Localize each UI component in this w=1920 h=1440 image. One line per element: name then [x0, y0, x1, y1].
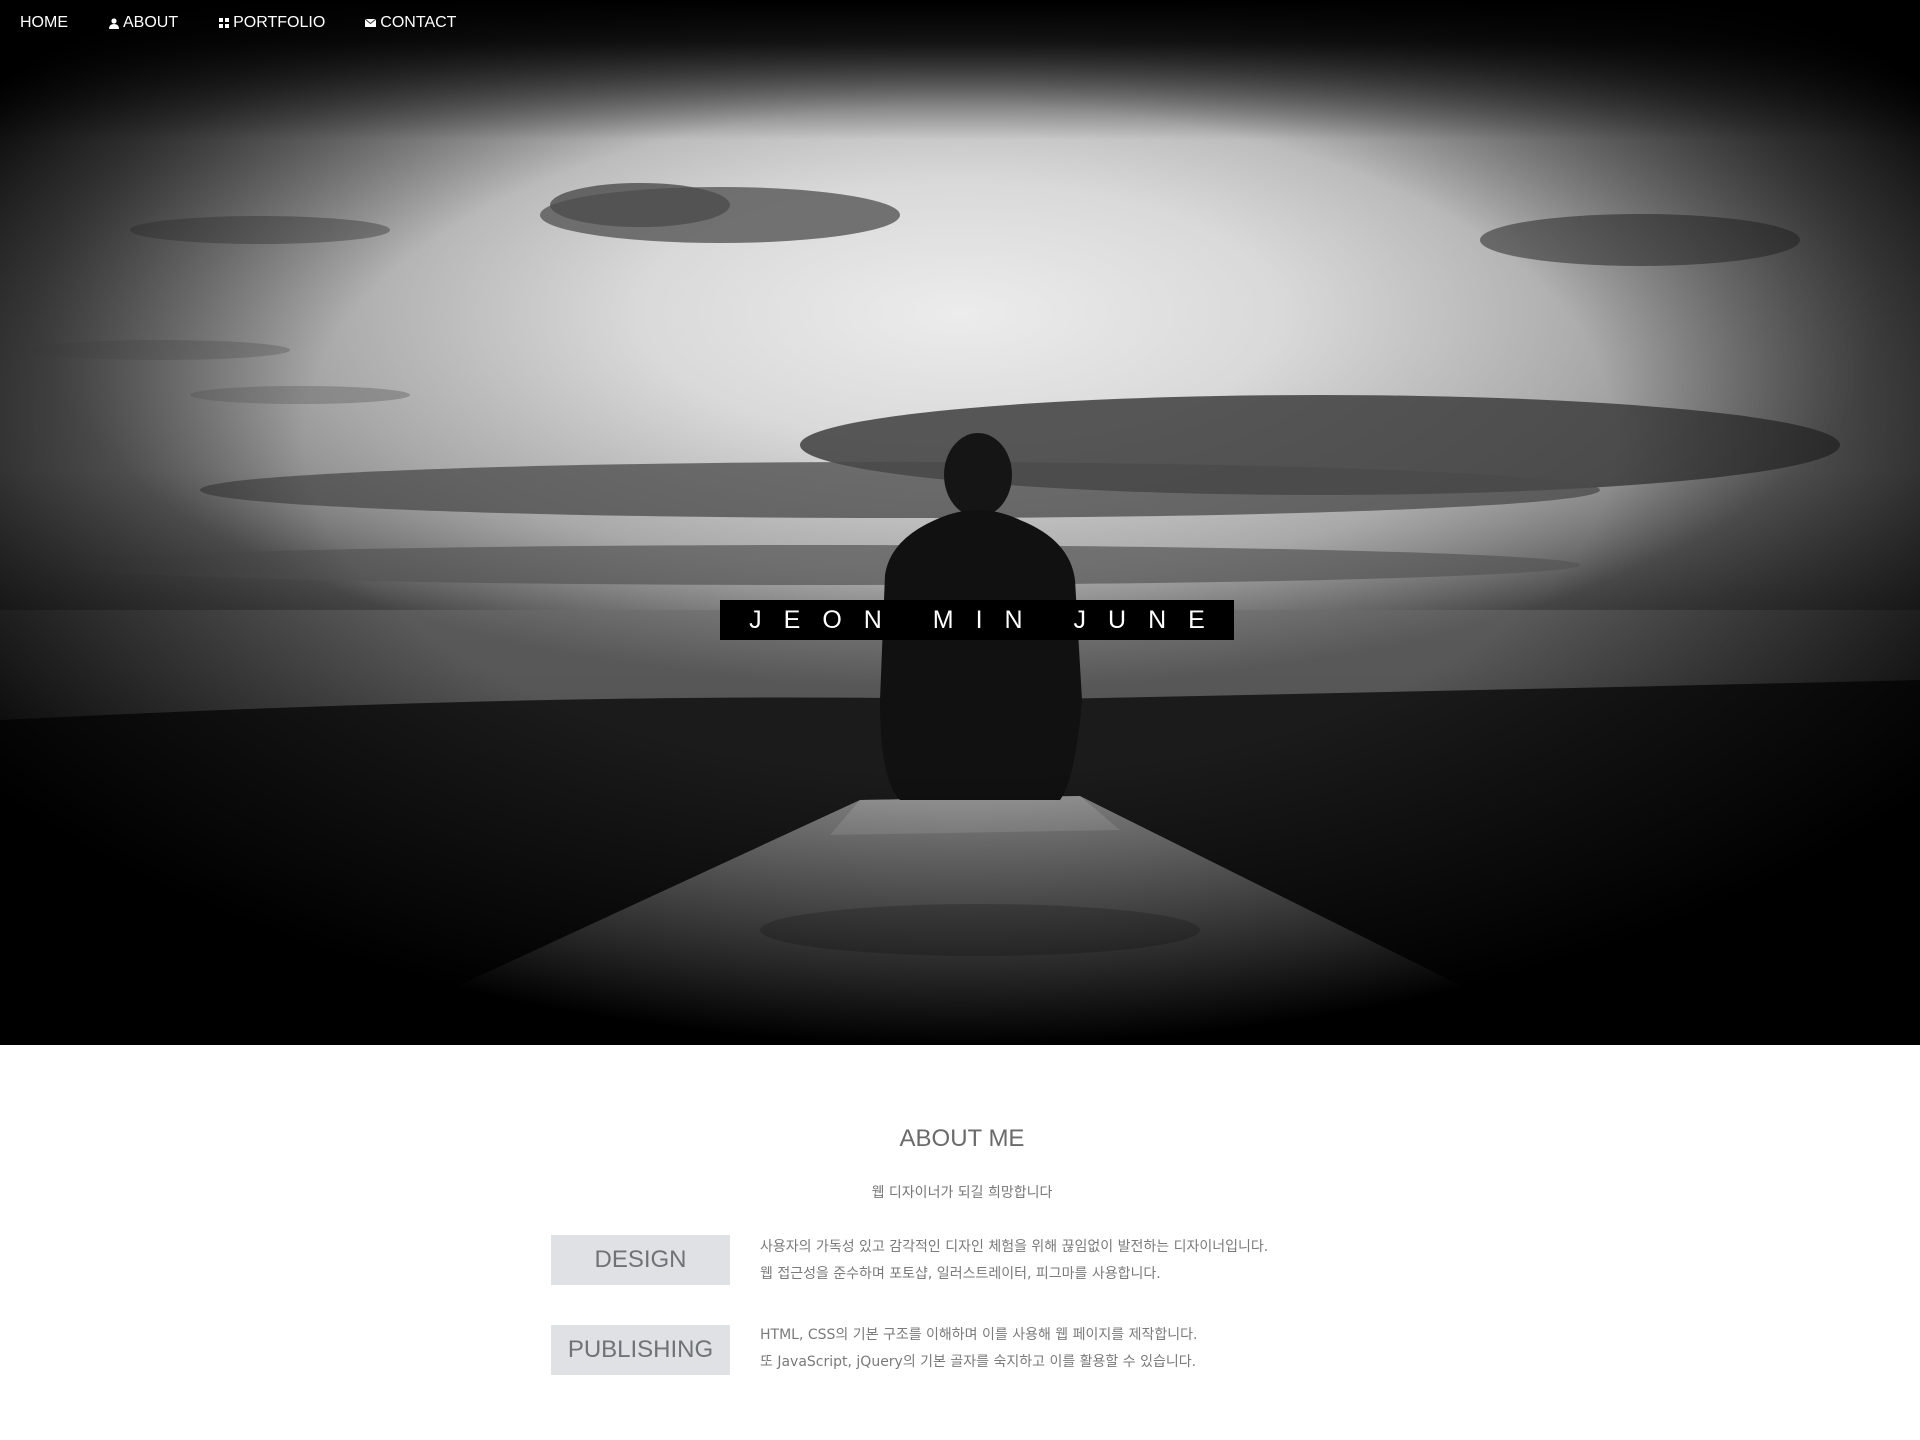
skill-desc-line: 사용자의 가독성 있고 감각적인 디자인 체험을 위해 끊임없이 발전하는 디자…	[760, 1239, 1269, 1255]
grid-icon	[218, 18, 229, 29]
hero-title: JEON MIN JUNE	[720, 600, 1234, 640]
skill-desc-design: 사용자의 가독성 있고 감각적인 디자인 체험을 위해 끊임없이 발전하는 디자…	[760, 1234, 1268, 1288]
hero-section: HOME ABOUT PORTFOLIO CONTACT JEON MIN JU…	[0, 0, 1920, 1045]
skill-badge-design: DESIGN	[551, 1235, 730, 1285]
nav-portfolio[interactable]: PORTFOLIO	[218, 14, 325, 32]
nav-about[interactable]: ABOUT	[108, 14, 178, 32]
top-navigation: HOME ABOUT PORTFOLIO CONTACT	[0, 0, 496, 46]
skill-desc-line: 웹 접근성을 준수하며 포토샵, 일러스트레이터, 피그마를 사용합니다.	[760, 1266, 1161, 1282]
nav-home-label: HOME	[20, 14, 68, 31]
about-subtitle: 웹 디자이너가 되길 희망합니다	[871, 1185, 1053, 1201]
skill-desc-publishing: HTML, CSS의 기본 구조를 이해하며 이를 사용해 웹 페이지를 제작합…	[760, 1322, 1197, 1376]
skill-desc-line: HTML, CSS의 기본 구조를 이해하며 이를 사용해 웹 페이지를 제작합…	[760, 1327, 1198, 1343]
hero-vignette	[0, 0, 1920, 1045]
nav-home[interactable]: HOME	[20, 14, 68, 32]
envelope-icon	[365, 18, 377, 29]
nav-contact[interactable]: CONTACT	[365, 14, 456, 32]
nav-contact-label: CONTACT	[380, 14, 457, 31]
nav-portfolio-label: PORTFOLIO	[233, 14, 326, 31]
skill-badge-publishing: PUBLISHING	[551, 1325, 730, 1375]
about-title: ABOUT ME	[899, 1125, 1025, 1152]
nav-about-label: ABOUT	[123, 14, 179, 31]
user-icon	[108, 17, 119, 29]
skill-desc-line: 또 JavaScript, jQuery의 기본 골자를 숙지하고 이를 활용할…	[760, 1354, 1197, 1370]
